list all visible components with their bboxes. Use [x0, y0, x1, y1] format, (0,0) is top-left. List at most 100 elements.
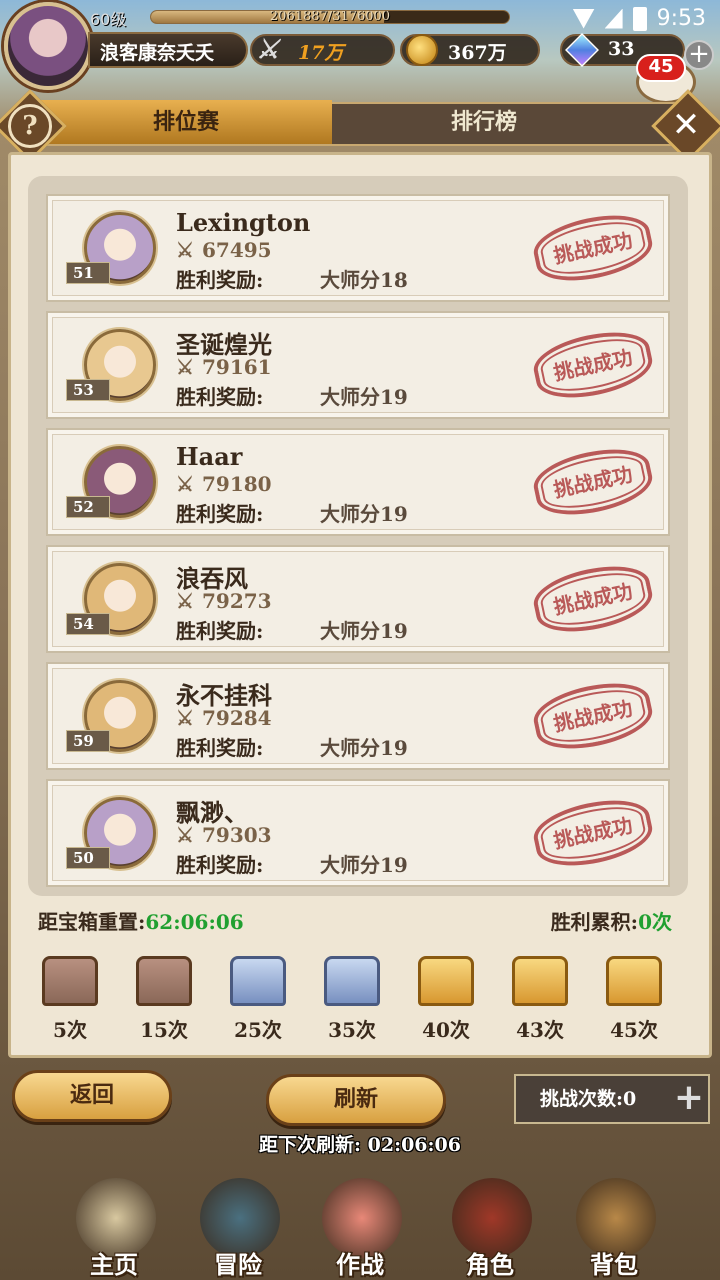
nav-home[interactable]: 主页: [64, 1170, 164, 1280]
exp-text: 2061887/3176000: [269, 10, 391, 24]
battery-icon: [632, 6, 647, 31]
tab-ranked-match[interactable]: 排位赛: [40, 100, 332, 144]
opponent-power: ⚔ 79180: [176, 472, 272, 496]
win-count: 胜利累积:0次: [550, 910, 672, 934]
reward-label: 胜利奖励:: [176, 736, 264, 760]
reward-value: 大师分19: [320, 502, 408, 526]
chest-threshold: 35次: [328, 1018, 376, 1042]
reward-label: 胜利奖励:: [176, 853, 264, 877]
opponent-list[interactable]: 51 Lexington ⚔ 67495 胜利奖励: 大师分18 挑战成功 53 圣诞煌光 ⚔ 79…: [28, 176, 688, 896]
reward-chest[interactable]: 25次: [218, 956, 298, 1043]
swords-icon: ⚔: [176, 238, 194, 262]
tab-leaderboard[interactable]: 排行榜: [338, 100, 630, 144]
swords-icon: ⚔: [176, 823, 194, 847]
chest-threshold: 15次: [140, 1018, 188, 1042]
challenge-success-stamp: 挑战成功: [529, 791, 657, 875]
player-level: 60级: [90, 10, 127, 29]
opponent-row[interactable]: 54 浪吞风 ⚔ 79273 胜利奖励: 大师分19 挑战成功: [46, 545, 670, 653]
nav-character[interactable]: 角色: [440, 1170, 540, 1280]
opponent-power: ⚔ 79284: [176, 706, 272, 730]
opponent-level: 50: [66, 847, 110, 869]
bottom-nav: 主页 冒险 作战 角色 背包: [0, 1160, 720, 1280]
player-avatar[interactable]: [4, 2, 92, 90]
challenge-success-stamp: 挑战成功: [529, 674, 657, 758]
status-bar: 9:53: [572, 6, 706, 31]
chest-threshold: 45次: [610, 1018, 658, 1042]
chest-icon[interactable]: [606, 956, 662, 1006]
reward-label: 胜利奖励:: [176, 385, 264, 409]
nav-backpack[interactable]: 背包: [564, 1170, 664, 1280]
challenge-success-stamp: 挑战成功: [529, 323, 657, 407]
opponent-row[interactable]: 51 Lexington ⚔ 67495 胜利奖励: 大师分18 挑战成功: [46, 194, 670, 302]
opponent-row[interactable]: 50 飘渺、 ⚔ 79303 胜利奖励: 大师分19 挑战成功: [46, 779, 670, 887]
opponent-power: ⚔ 79161: [176, 355, 272, 379]
wifi-icon: [572, 8, 595, 29]
opponent-level: 53: [66, 379, 110, 401]
gold-value: 367万: [448, 42, 507, 64]
reward-chests: 5次 15次 25次 35次 40次 43次 45次: [30, 956, 690, 1046]
reward-chest[interactable]: 5次: [30, 956, 110, 1043]
reward-value: 大师分19: [320, 619, 408, 643]
reset-time: 62:06:06: [145, 910, 244, 934]
chest-threshold: 5次: [53, 1018, 87, 1042]
coin-icon: [406, 34, 438, 66]
reward-value: 大师分19: [320, 736, 408, 760]
add-gems-button[interactable]: +: [684, 40, 714, 70]
chest-threshold: 25次: [234, 1018, 282, 1042]
opponent-row[interactable]: 59 永不挂科 ⚔ 79284 胜利奖励: 大师分19 挑战成功: [46, 662, 670, 770]
opponent-power: ⚔ 67495: [176, 238, 272, 262]
opponent-level: 51: [66, 262, 110, 284]
opponent-name: Haar: [176, 442, 243, 471]
swords-icon: ⚔: [176, 589, 194, 613]
nav-label: 作战: [336, 1250, 384, 1279]
opponent-name: Lexington: [176, 208, 311, 237]
chest-icon[interactable]: [42, 956, 98, 1006]
swords-icon: ⚔: [256, 35, 280, 65]
opponent-power: ⚔ 79273: [176, 589, 272, 613]
back-button[interactable]: 返回: [12, 1070, 172, 1122]
gem-value: 33: [608, 38, 635, 60]
chest-icon[interactable]: [324, 956, 380, 1006]
win-value: 0次: [638, 910, 672, 934]
nav-label: 主页: [90, 1250, 138, 1279]
reward-label: 胜利奖励:: [176, 619, 264, 643]
challenge-success-stamp: 挑战成功: [529, 206, 657, 290]
chest-reset-timer: 距宝箱重置:62:06:06: [38, 910, 244, 934]
nav-battle[interactable]: 作战: [310, 1170, 410, 1280]
chest-icon[interactable]: [512, 956, 568, 1006]
reward-value: 大师分19: [320, 853, 408, 877]
top-bar: 60级 2061887/3176000 浪客康奈夭夭 ⚔ 17万 367万 33…: [0, 0, 720, 104]
chest-threshold: 40次: [422, 1018, 470, 1042]
nav-label: 背包: [590, 1250, 638, 1279]
nav-label: 角色: [466, 1250, 514, 1279]
refresh-button[interactable]: 刷新: [266, 1074, 446, 1126]
tab-bar: 排位赛 排行榜 ? ✕: [0, 89, 720, 163]
opponent-row[interactable]: 52 Haar ⚔ 79180 胜利奖励: 大师分19 挑战成功: [46, 428, 670, 536]
reward-label: 胜利奖励:: [176, 268, 264, 292]
power-value: 17万: [298, 42, 344, 64]
reward-chest[interactable]: 40次: [406, 956, 486, 1043]
nav-adventure[interactable]: 冒险: [188, 1170, 288, 1280]
close-icon[interactable]: ✕: [666, 106, 706, 146]
chest-icon[interactable]: [136, 956, 192, 1006]
next-refresh-timer: 距下次刷新: 02:06:06: [259, 1134, 461, 1156]
challenge-success-stamp: 挑战成功: [529, 440, 657, 524]
opponent-row[interactable]: 53 圣诞煌光 ⚔ 79161 胜利奖励: 大师分19 挑战成功: [46, 311, 670, 419]
reward-chest[interactable]: 35次: [312, 956, 392, 1043]
chat-badge: 45: [636, 54, 686, 82]
reward-value: 大师分18: [320, 268, 408, 292]
add-challenge-button[interactable]: +: [674, 1076, 704, 1120]
swords-icon: ⚔: [176, 472, 194, 496]
gem-icon: [565, 33, 599, 67]
reward-chest[interactable]: 45次: [594, 956, 674, 1043]
help-icon[interactable]: ?: [8, 104, 52, 148]
swords-icon: ⚔: [176, 706, 194, 730]
chest-icon[interactable]: [230, 956, 286, 1006]
challenge-count: 挑战次数:0 +: [514, 1074, 710, 1124]
chest-icon[interactable]: [418, 956, 474, 1006]
reward-chest[interactable]: 43次: [500, 956, 580, 1043]
swords-icon: ⚔: [176, 355, 194, 379]
gold-display: 367万: [400, 34, 540, 66]
clock: 9:53: [656, 6, 706, 31]
reward-chest[interactable]: 15次: [124, 956, 204, 1043]
